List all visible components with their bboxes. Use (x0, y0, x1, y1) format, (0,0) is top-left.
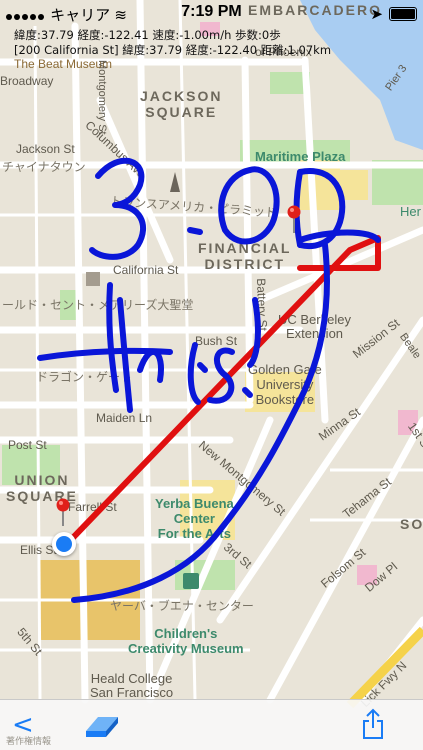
share-icon[interactable] (361, 708, 385, 744)
user-location-icon (52, 532, 76, 556)
status-time: 7:19 PM (181, 3, 242, 20)
destination-pin-icon[interactable] (287, 205, 301, 233)
legal-link[interactable]: 著作権情報 (6, 734, 51, 747)
location-arrow-icon: ➤ (370, 6, 383, 23)
status-bar: キャリア ≋ 7:19 PM ➤ (0, 0, 423, 26)
handwriting-annotation (37, 157, 381, 603)
battery-icon (389, 7, 417, 21)
current-pin-icon[interactable] (56, 498, 70, 526)
map-overlay (37, 157, 381, 603)
info-destination: [200 California St] 緯度:37.79 経度:-122.40 … (14, 43, 332, 57)
map-view[interactable]: EMBARCADERO of Phoenix The Beat Museum B… (0, 0, 423, 750)
bottom-toolbar: < 著作権情報 (0, 699, 423, 750)
info-current-location: 緯度:37.79 経度:-122.41 速度:-1.00m/h 歩数:0歩 (14, 28, 281, 42)
eraser-icon[interactable] (80, 711, 120, 743)
status-right: ➤ (370, 5, 417, 23)
